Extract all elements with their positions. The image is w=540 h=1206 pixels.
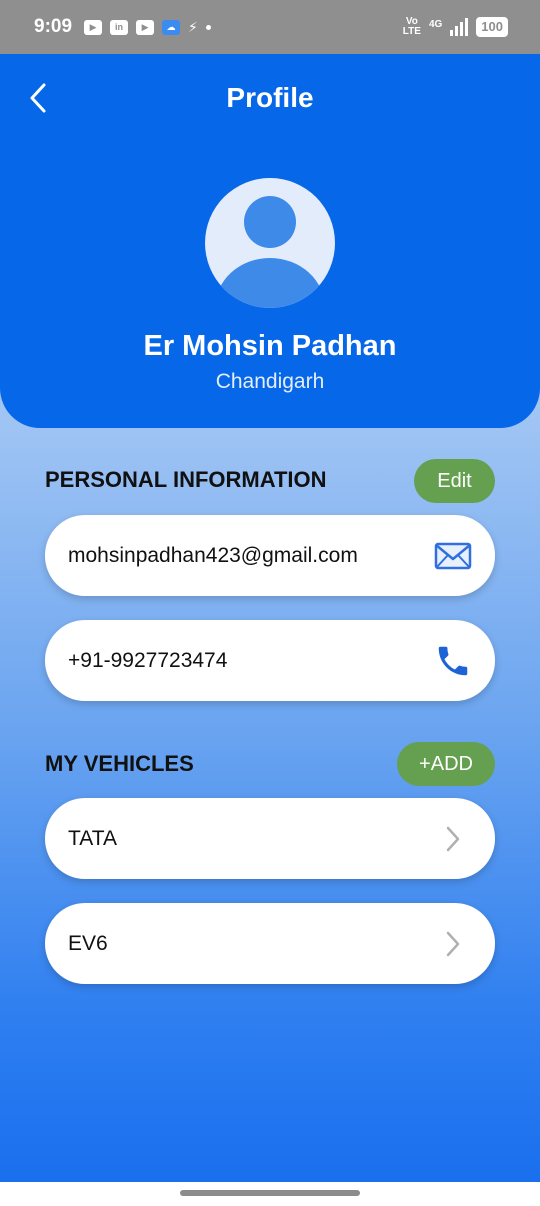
system-icons: Vo LTE 4G 100 <box>403 17 508 37</box>
linkedin-icon: in <box>110 19 129 35</box>
user-name: Er Mohsin Padhan <box>143 330 397 362</box>
network-type: 4G <box>428 19 443 30</box>
email-value: mohsinpadhan423@gmail.com <box>68 543 358 567</box>
avatar[interactable] <box>205 178 335 308</box>
profile-header: Profile Er Mohsin Padhan Chandigarh <box>0 54 540 428</box>
add-vehicle-button[interactable]: +ADD <box>397 742 495 786</box>
phone-value: +91-9927723474 <box>68 648 228 672</box>
page-title: Profile <box>226 82 314 113</box>
weather-icon: ☁ <box>162 19 181 35</box>
vehicle-name: EV6 <box>68 931 108 955</box>
battery-icon: 100 <box>476 17 508 37</box>
vehicle-item[interactable]: EV6 <box>45 903 495 984</box>
email-card[interactable]: mohsinpadhan423@gmail.com <box>45 515 495 596</box>
edit-button[interactable]: Edit <box>414 459 495 503</box>
phone-icon[interactable] <box>433 641 473 681</box>
personal-information-heading: PERSONAL INFORMATION <box>45 467 327 492</box>
notification-icons: ▶ in ▶ ☁ ⚡ <box>84 19 211 36</box>
status-bar: 9:09 ▶ in ▶ ☁ ⚡ Vo LTE 4G 100 <box>0 0 540 54</box>
mail-icon[interactable] <box>433 536 473 576</box>
user-location: Chandigarh <box>215 370 325 393</box>
vehicle-item[interactable]: TATA <box>45 798 495 879</box>
vehicle-name: TATA <box>68 826 117 850</box>
user-avatar-icon <box>215 196 325 308</box>
volte-icon: Vo LTE <box>402 16 421 37</box>
home-indicator[interactable] <box>180 1190 360 1196</box>
status-time: 9:09 <box>34 16 73 37</box>
more-notifications-icon <box>205 24 211 30</box>
my-vehicles-heading: MY VEHICLES <box>45 751 194 776</box>
profile-screen: Profile Er Mohsin Padhan Chandigarh PERS… <box>0 54 540 1182</box>
youtube-icon: ▶ <box>84 19 103 35</box>
navigation-bar <box>0 1182 540 1206</box>
chevron-right-icon <box>433 924 473 964</box>
phone-card[interactable]: +91-9927723474 <box>45 620 495 701</box>
cricket-icon: ⚡ <box>188 18 198 35</box>
chevron-right-icon <box>433 819 473 859</box>
signal-icon <box>450 18 469 36</box>
youtube-icon: ▶ <box>136 19 155 35</box>
